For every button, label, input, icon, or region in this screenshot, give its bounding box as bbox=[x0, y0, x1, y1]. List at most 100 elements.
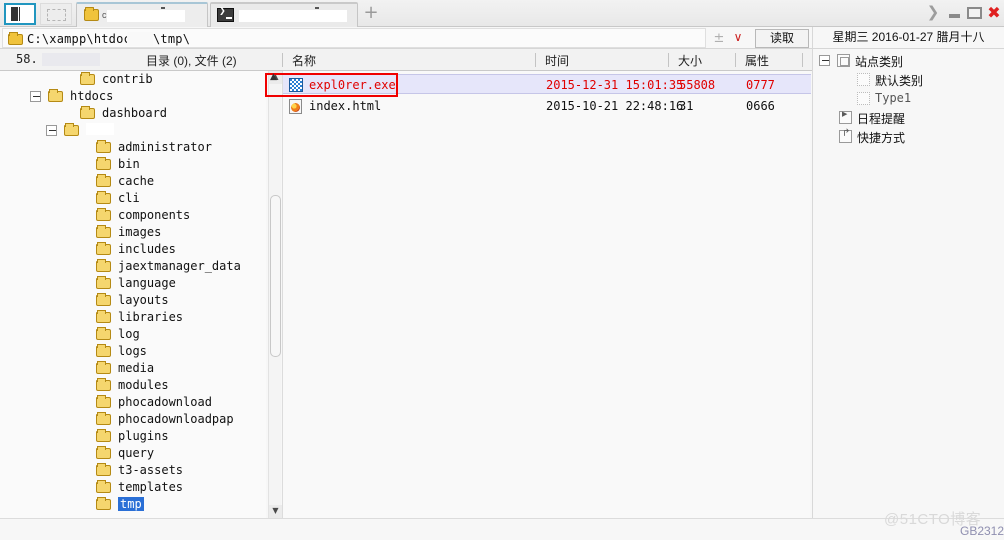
file-row[interactable]: index.html 2015-10-21 22:48:16 31 0666 bbox=[283, 96, 811, 116]
folder-icon bbox=[96, 412, 111, 425]
sidebar-item-label: Type1 bbox=[875, 91, 912, 105]
file-list[interactable]: expl0rer.exe 2015-12-31 15:01:35 55808 0777… bbox=[282, 71, 811, 518]
sidebar-item-label: 站点类别 bbox=[855, 55, 904, 69]
tree-scrollbar[interactable]: ▲ ▼ bbox=[268, 71, 282, 518]
shortcut-icon bbox=[839, 128, 852, 143]
folder-icon bbox=[96, 429, 111, 442]
sort-caret-icon: ▲ bbox=[270, 72, 277, 82]
sidebar-item-label: 默认类别 bbox=[875, 74, 924, 88]
dotted-icon bbox=[857, 73, 870, 86]
console-icon bbox=[217, 6, 234, 22]
folder-icon bbox=[96, 361, 111, 374]
tree-item-label: layouts bbox=[118, 293, 169, 307]
folder-icon bbox=[96, 310, 111, 323]
column-separator[interactable] bbox=[535, 53, 536, 67]
folder-icon bbox=[80, 106, 95, 119]
tab-dot-mark bbox=[315, 7, 319, 9]
chevron-down-icon[interactable]: ∨ bbox=[730, 30, 746, 44]
tab-console[interactable] bbox=[210, 2, 358, 27]
folder-icon bbox=[96, 497, 111, 510]
folder-icon bbox=[96, 157, 111, 170]
folder-icon bbox=[96, 446, 111, 459]
read-button[interactable]: 读取 bbox=[755, 29, 809, 48]
scrollbar-thumb[interactable] bbox=[270, 195, 281, 357]
item-counts-label: 目录 (0), 文件 (2) bbox=[146, 54, 237, 68]
folder-icon bbox=[96, 480, 111, 493]
category-icon bbox=[837, 54, 850, 67]
path-input[interactable]: C:\xampp\htdocs\ \tmp\ bbox=[2, 28, 706, 48]
tree-item-label: cli bbox=[118, 191, 140, 205]
file-row[interactable]: expl0rer.exe 2015-12-31 15:01:35 55808 0777 bbox=[283, 74, 811, 94]
tree-item-label: tmp bbox=[118, 497, 144, 511]
tree-item-label bbox=[86, 123, 114, 135]
tree-item-label: htdocs bbox=[70, 89, 114, 103]
folder-icon bbox=[96, 327, 111, 340]
tree-item-label: phocadownloadpap bbox=[118, 412, 234, 426]
tab-dot-mark bbox=[161, 7, 165, 9]
file-name: expl0rer.exe bbox=[309, 78, 396, 92]
tree-item-label: dashboard bbox=[102, 106, 168, 120]
folder-icon bbox=[96, 463, 111, 476]
column-header-attr[interactable]: 属性 bbox=[745, 52, 769, 69]
folder-icon bbox=[96, 293, 111, 306]
column-separator[interactable] bbox=[282, 53, 283, 67]
column-header-name[interactable]: 名称 bbox=[292, 52, 316, 69]
tree-item-label: modules bbox=[118, 378, 169, 392]
tree-item-label: jaextmanager_data bbox=[118, 259, 241, 273]
sidebar-expander-icon[interactable] bbox=[819, 55, 830, 66]
panel-toggle-button[interactable] bbox=[4, 3, 36, 25]
tree-item-label: images bbox=[118, 225, 162, 239]
file-attr: 0777 bbox=[746, 78, 775, 92]
file-manager-window: c + ❯ ✖ C:\xampp\htdocs\ \tmp\ ± ∨ 读取 星期… bbox=[0, 0, 1004, 540]
tab-label-redacted bbox=[239, 10, 347, 22]
column-separator[interactable] bbox=[802, 53, 803, 67]
dotted-icon bbox=[857, 92, 870, 105]
sidebar-item-label: 日程提醒 bbox=[857, 112, 906, 126]
folder-icon bbox=[96, 174, 111, 187]
folder-icon bbox=[96, 140, 111, 153]
column-separator[interactable] bbox=[735, 53, 736, 67]
folder-icon bbox=[48, 89, 63, 102]
folder-icon bbox=[80, 72, 95, 85]
new-tab-button[interactable]: + bbox=[362, 4, 380, 23]
path-redacted-segment bbox=[127, 32, 153, 46]
folder-icon bbox=[96, 225, 111, 238]
folder-icon bbox=[96, 259, 111, 272]
path-text-suffix: \tmp\ bbox=[153, 32, 191, 46]
maximize-button[interactable] bbox=[966, 4, 984, 22]
folder-icon bbox=[84, 7, 99, 21]
column-header-time[interactable]: 时间 bbox=[545, 52, 569, 69]
tree-item-label: query bbox=[118, 446, 155, 460]
directory-tree[interactable]: contrib htdocs dashboard administrator bin ca… bbox=[0, 71, 266, 518]
html-file-icon bbox=[289, 99, 302, 114]
folder-icon bbox=[96, 208, 111, 221]
folder-icon bbox=[96, 395, 111, 408]
column-separator[interactable] bbox=[668, 53, 669, 67]
scroll-down-arrow[interactable]: ▼ bbox=[269, 505, 282, 518]
folder-icon bbox=[64, 123, 79, 136]
folder-icon bbox=[96, 191, 111, 204]
column-header-size[interactable]: 大小 bbox=[678, 52, 702, 69]
file-time: 2015-12-31 15:01:35 bbox=[546, 78, 684, 92]
tab-local-folder[interactable]: c bbox=[76, 2, 208, 27]
tree-item-label: phocadownload bbox=[118, 395, 212, 409]
status-bar bbox=[0, 518, 1004, 540]
tree-item-label: cache bbox=[118, 174, 155, 188]
file-name: index.html bbox=[309, 99, 382, 113]
tree-item-label: bin bbox=[118, 157, 140, 171]
host-redacted bbox=[42, 53, 100, 66]
tree-item-label: t3-assets bbox=[118, 463, 184, 477]
site-category-panel[interactable]: 站点类别默认类别 Type1 日程提醒快捷方式 bbox=[812, 49, 1004, 518]
tree-item-label: libraries bbox=[118, 310, 184, 324]
tree-expander-icon[interactable] bbox=[30, 91, 41, 102]
tree-item-label: contrib bbox=[102, 72, 153, 86]
tree-expander-icon[interactable] bbox=[46, 125, 57, 136]
plus-minus-icon[interactable]: ± bbox=[712, 31, 726, 46]
minimize-button[interactable] bbox=[947, 4, 963, 22]
close-button[interactable]: ✖ bbox=[986, 4, 1002, 22]
expand-chevron-icon[interactable]: ❯ bbox=[925, 4, 941, 22]
tree-item-label: administrator bbox=[118, 140, 212, 154]
file-size: 31 bbox=[679, 99, 694, 113]
select-region-button[interactable] bbox=[40, 3, 72, 25]
folder-icon bbox=[96, 276, 111, 289]
